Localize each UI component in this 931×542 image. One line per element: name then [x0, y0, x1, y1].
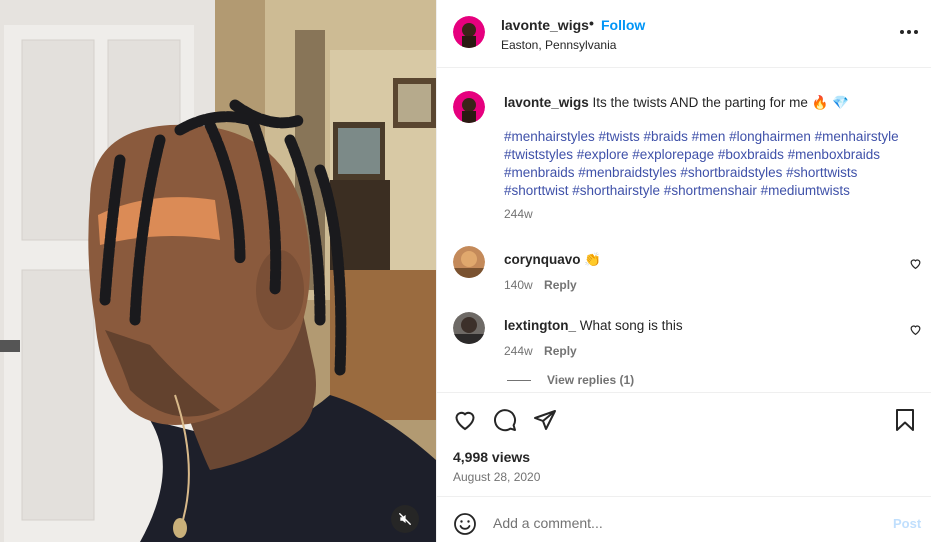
reply-button[interactable]: Reply	[544, 344, 577, 358]
post-actions: 4,998 views August 28, 2020	[437, 392, 931, 496]
post-caption: lavonte_wigs Its the twists AND the part…	[504, 94, 924, 112]
author-avatar[interactable]	[453, 16, 485, 48]
view-replies-line	[507, 380, 531, 382]
caption-time: 244w	[504, 207, 533, 221]
comment-heart-icon[interactable]	[909, 257, 922, 270]
commenter-avatar[interactable]	[453, 312, 485, 344]
comment-meta: 244w Reply	[504, 344, 577, 358]
view-replies-button[interactable]: View replies (1)	[507, 373, 634, 387]
video-frame-image	[0, 0, 436, 542]
comment-icon[interactable]	[493, 408, 517, 432]
author-username[interactable]: lavonte_wigs	[501, 17, 589, 33]
follow-button[interactable]: Follow	[601, 17, 645, 33]
post-date: August 28, 2020	[453, 470, 541, 484]
caption-username[interactable]: lavonte_wigs	[504, 95, 589, 110]
view-count: 4,998 views	[453, 449, 531, 465]
emoji-icon[interactable]	[453, 512, 477, 536]
comment-composer: Post	[437, 496, 931, 542]
caption-text: Its the twists AND the parting for me 🔥 …	[592, 95, 850, 110]
mute-button[interactable]	[391, 505, 419, 533]
comment-item: lextington_ What song is this 244w Reply	[453, 312, 923, 362]
reply-button[interactable]: Reply	[544, 278, 577, 292]
mute-icon	[399, 513, 411, 525]
post-location[interactable]: Easton, Pennsylvania	[501, 38, 616, 52]
commenter-avatar[interactable]	[453, 246, 485, 278]
comment-input[interactable]	[493, 509, 873, 537]
share-icon[interactable]	[533, 408, 557, 432]
comment-item: corynquavo 👏 140w Reply	[453, 246, 923, 296]
view-replies-label: View replies (1)	[547, 373, 635, 387]
comment-heart-icon[interactable]	[909, 323, 922, 336]
comment-time: 244w	[504, 344, 533, 358]
comment-time: 140w	[504, 278, 533, 292]
post-header: lavonte_wigs • Follow Easton, Pennsylvan…	[437, 0, 931, 68]
comment-username[interactable]: lextington_	[504, 318, 576, 333]
post-side-panel: lavonte_wigs • Follow Easton, Pennsylvan…	[436, 0, 931, 542]
post-comment-button[interactable]: Post	[893, 516, 921, 531]
comment-username[interactable]: corynquavo	[504, 252, 581, 267]
post-video[interactable]	[0, 0, 436, 542]
comment-body: What song is this	[579, 318, 683, 333]
post-modal: lavonte_wigs • Follow Easton, Pennsylvan…	[0, 0, 931, 542]
bookmark-icon[interactable]	[893, 408, 917, 432]
header-separator: •	[589, 15, 594, 31]
comment-text: lextington_ What song is this	[504, 318, 683, 333]
comment-text: corynquavo 👏	[504, 252, 601, 268]
more-icon[interactable]	[897, 22, 921, 42]
comment-body: 👏	[584, 252, 602, 267]
caption-avatar[interactable]	[453, 91, 485, 123]
comment-meta: 140w Reply	[504, 278, 577, 292]
caption-hashtags[interactable]: #menhairstyles #twists #braids #men #lon…	[504, 128, 924, 200]
heart-icon[interactable]	[453, 408, 477, 432]
